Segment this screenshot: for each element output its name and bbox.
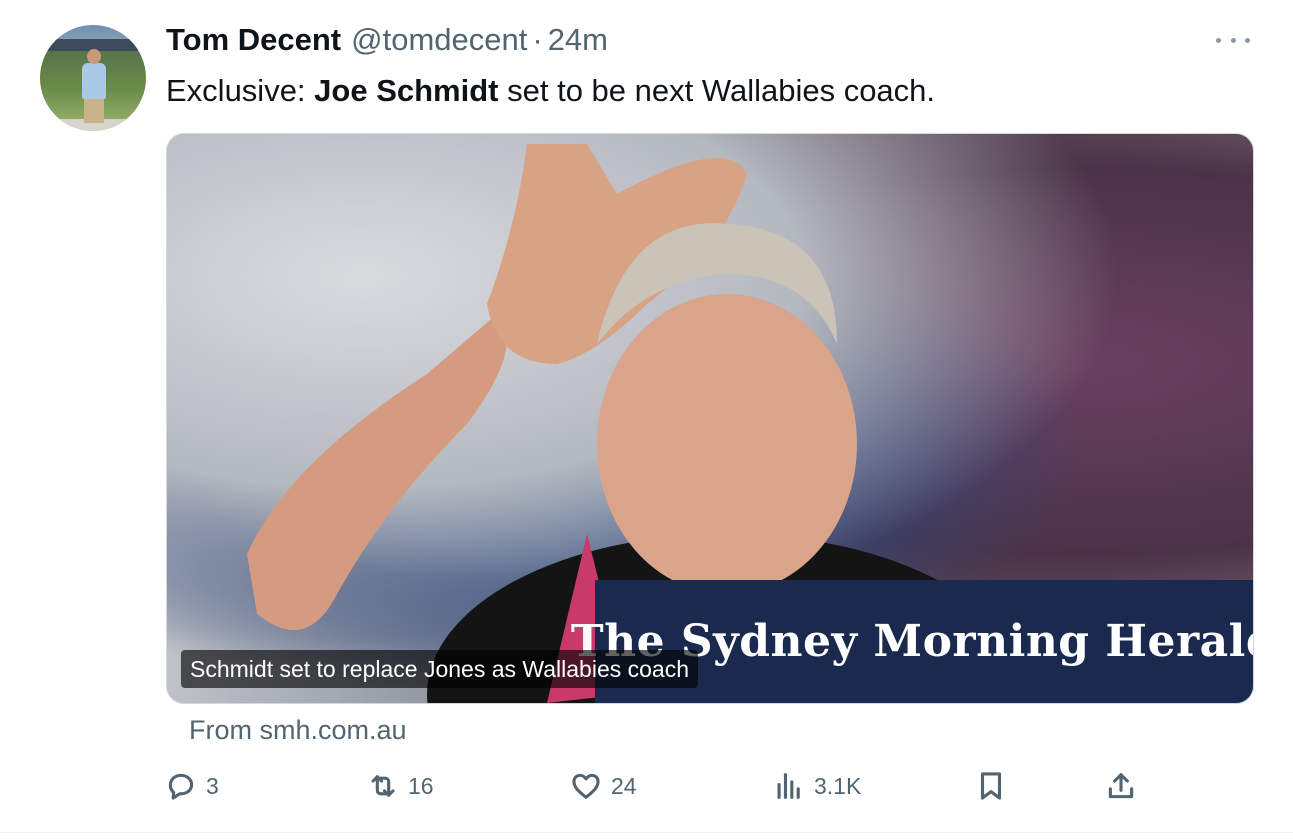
more-horizontal-icon-dot: [1230, 37, 1236, 43]
tweet-text: Exclusive: Joe Schmidt set to be next Wa…: [166, 70, 935, 112]
bookmark-icon: [980, 772, 1002, 800]
reply-count: 3: [206, 772, 219, 799]
tweet-header: Tom Decent @tomdecent · 24m: [166, 20, 608, 60]
more-horizontal-icon-dot: [1245, 37, 1250, 43]
reply-button[interactable]: 3: [164, 762, 219, 810]
share-button[interactable]: [1104, 762, 1138, 810]
avatar[interactable]: [40, 25, 146, 131]
retweet-count: 16: [408, 772, 434, 799]
analytics-icon: [777, 773, 800, 799]
tweet-text-bold: Joe Schmidt: [314, 73, 499, 108]
views-button[interactable]: 3.1K: [772, 762, 861, 810]
avatar-person-body: [82, 63, 106, 99]
avatar-person-legs: [84, 97, 104, 123]
share-icon: [1108, 773, 1134, 799]
link-card-media[interactable]: The Sydney Morning Herald Schmidt set to…: [166, 133, 1254, 704]
retweet-icon: [371, 775, 395, 797]
tweet-text-prefix: Exclusive:: [166, 73, 315, 108]
views-count: 3.1K: [814, 772, 862, 799]
link-card-title: Schmidt set to replace Jones as Wallabie…: [181, 650, 699, 688]
reply-icon: [168, 773, 194, 800]
action-bar: 3 16 24 3.1K: [0, 762, 1293, 810]
retweet-button[interactable]: 16: [366, 762, 434, 810]
more-horizontal-icon: [1216, 37, 1221, 43]
like-button[interactable]: 24: [569, 762, 637, 810]
author-name[interactable]: Tom Decent: [166, 22, 341, 58]
avatar-person-head: [87, 49, 101, 64]
separator-dot: ·: [532, 22, 543, 57]
tweet[interactable]: Tom Decent @tomdecent · 24m Exclusive: J…: [0, 0, 1293, 833]
bookmark-button[interactable]: [974, 762, 1008, 810]
like-count: 24: [611, 772, 637, 799]
tweet-timestamp[interactable]: 24m: [548, 22, 608, 58]
author-handle[interactable]: @tomdecent: [351, 22, 527, 58]
tweet-divider: [0, 832, 1293, 833]
heart-icon: [572, 773, 600, 799]
link-source[interactable]: From smh.com.au: [189, 712, 407, 748]
more-options-button[interactable]: [1216, 30, 1250, 50]
tweet-text-suffix: set to be next Wallabies coach.: [498, 73, 936, 108]
